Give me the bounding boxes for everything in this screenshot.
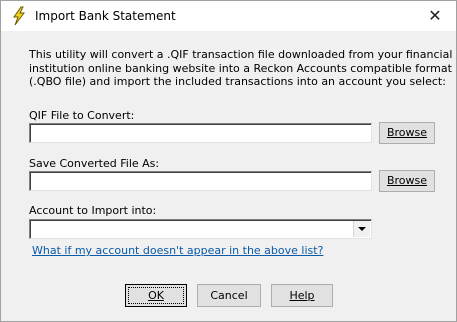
help-label: Help — [289, 289, 315, 302]
save-file-label: Save Converted File As: — [29, 157, 160, 170]
account-help-link[interactable]: What if my account doesn't appear in the… — [32, 244, 323, 257]
close-icon: ✕ — [428, 6, 442, 25]
import-bank-statement-dialog: Import Bank Statement ✕ This utility wil… — [0, 0, 457, 322]
cancel-button[interactable]: Cancel — [197, 284, 261, 307]
qif-file-label: QIF File to Convert: — [29, 109, 135, 122]
save-file-input[interactable] — [29, 171, 372, 191]
qif-file-input[interactable] — [29, 123, 372, 143]
close-button[interactable]: ✕ — [424, 6, 446, 26]
ok-label: OK — [148, 289, 164, 302]
description-line: (.QBO file) and import the included tran… — [29, 75, 446, 88]
description-line: institution online banking website into … — [29, 61, 452, 75]
window-title: Import Bank Statement — [35, 9, 176, 23]
description-line: This utility will convert a .QIF transac… — [29, 48, 453, 61]
browse-qif-button[interactable]: Browse — [379, 122, 435, 144]
lightning-bolt-icon — [13, 6, 25, 26]
chevron-down-icon — [358, 227, 366, 231]
account-label: Account to Import into: — [29, 204, 157, 217]
account-selected-value — [30, 220, 371, 224]
cancel-label: Cancel — [210, 289, 248, 302]
title-bar[interactable]: Import Bank Statement ✕ — [1, 1, 456, 31]
browse-label: Browse — [386, 126, 428, 139]
dropdown-arrow-button[interactable] — [353, 221, 370, 237]
qif-file-value — [30, 124, 371, 128]
browse-save-button[interactable]: Browse — [379, 170, 435, 192]
description-text: This utility will convert a .QIF transac… — [29, 48, 453, 89]
account-select[interactable] — [29, 219, 372, 239]
ok-button[interactable]: OK — [125, 284, 187, 307]
save-file-value — [30, 172, 371, 176]
help-button[interactable]: Help — [271, 284, 333, 307]
browse-label: Browse — [386, 174, 428, 187]
